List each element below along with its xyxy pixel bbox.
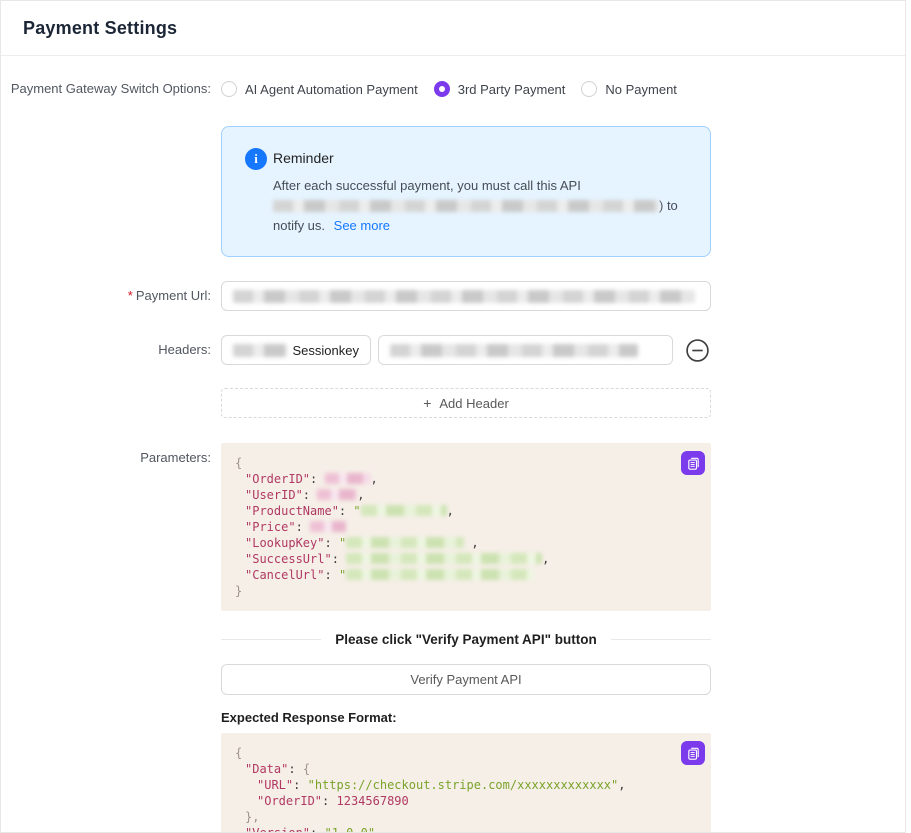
plus-icon: + <box>423 395 431 411</box>
redacted-orderid-value <box>325 473 371 484</box>
headers-row: Headers: Sessionkey <box>1 335 905 365</box>
copy-parameters-button[interactable] <box>681 451 705 475</box>
reminder-alert: i Reminder After each successful payment… <box>221 126 711 257</box>
radio-option-label: 3rd Party Payment <box>458 82 566 97</box>
copy-icon <box>686 456 701 471</box>
gateway-switch-label: Payment Gateway Switch Options: <box>1 81 211 97</box>
header-key-input[interactable]: Sessionkey <box>221 335 371 365</box>
radio-unselected-icon[interactable] <box>581 81 597 97</box>
divider-text: Please click "Verify Payment API" button <box>335 632 596 647</box>
payment-settings-form: Payment Gateway Switch Options: AI Agent… <box>1 56 905 833</box>
required-asterisk: * <box>128 288 133 303</box>
payment-url-row: *Payment Url: <box>1 281 905 311</box>
payment-settings-panel: Payment Settings Payment Gateway Switch … <box>0 0 906 833</box>
header-value-input[interactable] <box>378 335 673 365</box>
gateway-switch-row: Payment Gateway Switch Options: AI Agent… <box>1 81 905 97</box>
panel-header: Payment Settings <box>1 1 905 56</box>
minus-circle-icon <box>685 338 710 363</box>
add-header-label: Add Header <box>439 396 508 411</box>
response-line-orderid: "OrderID": 1234567890 <box>235 793 697 809</box>
verify-divider: Please click "Verify Payment API" button <box>221 632 711 647</box>
radio-option-ai-agent-automation-payment[interactable]: AI Agent Automation Payment <box>221 81 418 97</box>
remove-header-button[interactable] <box>685 338 710 363</box>
reminder-title: Reminder <box>273 150 685 166</box>
redacted-api-url <box>273 200 659 212</box>
parameters-label: Parameters: <box>1 443 211 466</box>
page-title: Payment Settings <box>23 18 177 39</box>
response-line-data: "Data": { <box>235 761 697 777</box>
header-key-text: Sessionkey <box>293 343 359 358</box>
verify-payment-api-button[interactable]: Verify Payment API <box>221 664 711 695</box>
payment-url-label: *Payment Url: <box>1 281 211 311</box>
response-line-url: "URL": "https://checkout.stripe.com/xxxx… <box>235 777 697 793</box>
redacted-payment-url-value <box>233 290 695 303</box>
redacted-header-value <box>390 344 638 357</box>
redacted-header-key-prefix <box>233 344 287 357</box>
copy-icon <box>686 746 701 761</box>
redacted-userid-value <box>317 489 357 500</box>
payment-url-input[interactable] <box>221 281 711 311</box>
parameters-code-block: { "OrderID": , "UserID": , "ProductName"… <box>221 443 711 611</box>
info-circle-icon: i <box>245 148 267 170</box>
param-line-lookupkey: "LookupKey": " , <box>235 535 697 551</box>
param-line-successurl: "SuccessUrl": , <box>235 551 697 567</box>
reminder-text: After each successful payment, you must … <box>273 176 685 236</box>
expected-response-code-block: { "Data": { "URL": "https://checkout.str… <box>221 733 711 833</box>
radio-selected-icon[interactable] <box>434 81 450 97</box>
radio-option-no-payment[interactable]: No Payment <box>581 81 677 97</box>
param-line-userid: "UserID": , <box>235 487 697 503</box>
code-token: } <box>235 584 242 598</box>
response-line-data-close: }, <box>235 809 697 825</box>
radio-option-3rd-party-payment[interactable]: 3rd Party Payment <box>434 81 566 97</box>
divider-line <box>221 639 321 640</box>
redacted-productname-value <box>361 505 447 516</box>
code-token: { <box>235 456 242 470</box>
param-line-orderid: "OrderID": , <box>235 471 697 487</box>
redacted-successurl-value <box>346 553 542 564</box>
redacted-price-value <box>310 521 346 532</box>
parameters-row: Parameters: { "OrderID": , "Use <box>1 443 905 611</box>
reminder-line1: After each successful payment, you must … <box>273 178 581 193</box>
param-line-productname: "ProductName": ", <box>235 503 697 519</box>
expected-response-format-label: Expected Response Format: <box>221 710 711 725</box>
param-line-cancelurl: "CancelUrl": " <box>235 567 697 583</box>
redacted-lookupkey-value <box>346 537 464 548</box>
gateway-radio-group: AI Agent Automation Payment 3rd Party Pa… <box>221 81 711 97</box>
copy-response-button[interactable] <box>681 741 705 765</box>
redacted-cancelurl-value <box>346 569 534 580</box>
radio-option-label: AI Agent Automation Payment <box>245 82 418 97</box>
response-line-version: "Version": "1.0.0", <box>235 825 697 833</box>
radio-option-label: No Payment <box>605 82 677 97</box>
radio-unselected-icon[interactable] <box>221 81 237 97</box>
add-header-button[interactable]: + Add Header <box>221 388 711 418</box>
param-line-price: "Price": <box>235 519 697 535</box>
see-more-link[interactable]: See more <box>334 218 390 233</box>
code-token: { <box>235 746 242 760</box>
headers-label: Headers: <box>1 335 211 365</box>
divider-line <box>611 639 711 640</box>
